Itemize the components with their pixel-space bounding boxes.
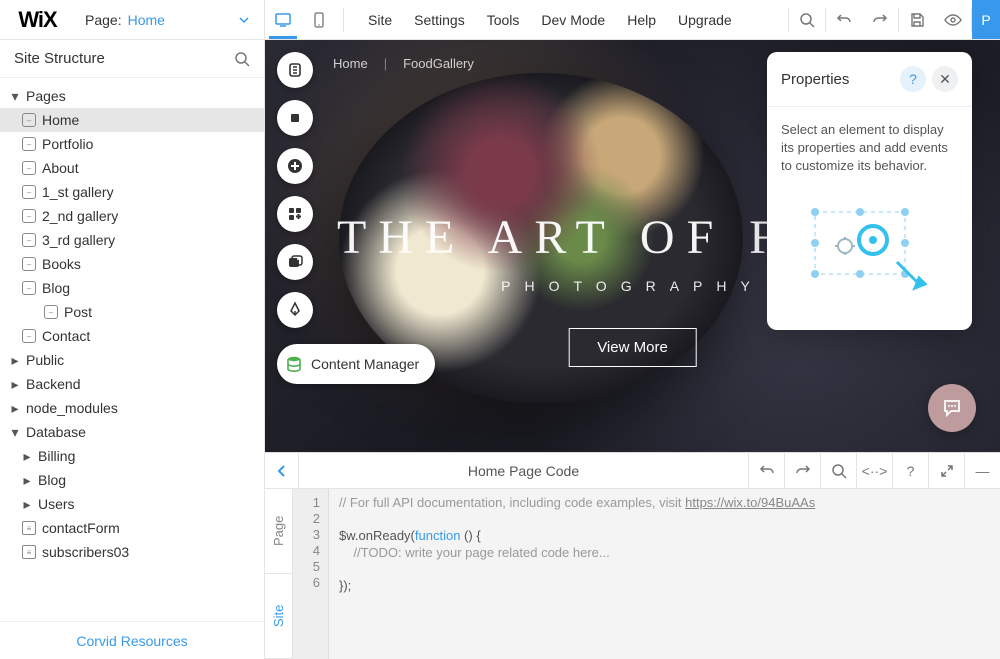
wix-logo: WiX (0, 7, 75, 33)
page-about[interactable]: –About (0, 156, 264, 180)
page-gallery-2[interactable]: –2_nd gallery (0, 204, 264, 228)
search-icon[interactable] (789, 0, 825, 39)
page-icon: – (22, 137, 36, 151)
chevron-right-icon: ▸ (10, 376, 20, 393)
chevron-right-icon: ▸ (10, 352, 20, 369)
page-icon: – (22, 185, 36, 199)
tree-public[interactable]: ▸Public (0, 348, 264, 372)
search-icon[interactable] (234, 51, 250, 67)
tree-node-modules[interactable]: ▸node_modules (0, 396, 264, 420)
properties-panel: Properties ? ✕ Select an element to disp… (767, 52, 972, 330)
preview-icon[interactable] (935, 0, 971, 39)
code-help-icon[interactable]: ? (892, 453, 928, 488)
tree-view: ▾Pages –Home –Portfolio –About –1_st gal… (0, 78, 264, 621)
db-blog[interactable]: ▸Blog (0, 468, 264, 492)
code-title: Home Page Code (299, 463, 748, 479)
site-structure-title: Site Structure (14, 50, 105, 67)
tree-backend[interactable]: ▸Backend (0, 372, 264, 396)
close-icon[interactable]: ✕ (932, 66, 958, 92)
collection-icon: ≡ (22, 545, 36, 559)
publish-button[interactable]: P (972, 0, 1000, 39)
code-tab-site[interactable]: Site (265, 574, 292, 659)
page-books[interactable]: –Books (0, 252, 264, 276)
menu-dev-mode[interactable]: Dev Mode (541, 12, 605, 28)
tool-add-icon[interactable] (277, 148, 313, 184)
help-icon[interactable]: ? (900, 66, 926, 92)
page-contact[interactable]: –Contact (0, 324, 264, 348)
chevron-right-icon: ▸ (22, 448, 32, 465)
code-expand-icon[interactable] (928, 453, 964, 488)
page-icon: – (22, 161, 36, 175)
collection-subscribers[interactable]: ≡subscribers03 (0, 540, 264, 564)
page-selector[interactable]: Page: Home (75, 0, 265, 39)
panel-text: Select an element to display its propert… (767, 107, 972, 190)
collection-icon: ≡ (22, 521, 36, 535)
page-home[interactable]: –Home (0, 108, 264, 132)
page-icon: – (22, 113, 36, 127)
code-refs-icon[interactable]: <··> (856, 453, 892, 488)
save-icon[interactable] (899, 0, 935, 39)
chevron-right-icon: ▸ (10, 400, 20, 417)
content-manager-button[interactable]: Content Manager (277, 344, 435, 384)
chevron-right-icon: ▸ (22, 496, 32, 513)
chevron-down-icon: ▾ (10, 424, 20, 441)
db-users[interactable]: ▸Users (0, 492, 264, 516)
mobile-view-button[interactable] (301, 0, 337, 39)
chevron-right-icon: ▸ (22, 472, 32, 489)
collection-contactform[interactable]: ≡contactForm (0, 516, 264, 540)
tool-apps-icon[interactable] (277, 196, 313, 232)
desktop-view-button[interactable] (265, 0, 301, 39)
page-blog[interactable]: –Blog (0, 276, 264, 300)
menu-help[interactable]: Help (627, 12, 656, 28)
current-page: Home (128, 12, 165, 28)
tool-media-icon[interactable] (277, 244, 313, 280)
page-icon: – (22, 257, 36, 271)
page-portfolio[interactable]: –Portfolio (0, 132, 264, 156)
line-gutter: 123456 (293, 489, 329, 659)
chevron-down-icon (238, 14, 250, 26)
tool-pages-icon[interactable] (277, 52, 313, 88)
page-label: Page: (85, 12, 122, 28)
menu-settings[interactable]: Settings (414, 12, 465, 28)
code-minimize-icon[interactable]: — (964, 453, 1000, 488)
editor-stage[interactable]: THE ART OF FOOD PHOTOGRAPHY View More Ho… (265, 40, 1000, 452)
code-back-icon[interactable] (265, 453, 299, 488)
code-redo-icon[interactable] (784, 453, 820, 488)
database-icon (285, 355, 303, 373)
tool-section-icon[interactable] (277, 100, 313, 136)
page-post[interactable]: –Post (0, 300, 264, 324)
code-search-icon[interactable] (820, 453, 856, 488)
redo-icon[interactable] (862, 0, 898, 39)
panel-title: Properties (781, 71, 849, 88)
chevron-down-icon: ▾ (10, 88, 20, 105)
page-icon: – (22, 209, 36, 223)
undo-icon[interactable] (826, 0, 862, 39)
corvid-resources-link[interactable]: Corvid Resources (0, 621, 264, 659)
db-billing[interactable]: ▸Billing (0, 444, 264, 468)
code-undo-icon[interactable] (748, 453, 784, 488)
tree-pages[interactable]: ▾Pages (0, 84, 264, 108)
panel-illustration (767, 190, 972, 310)
menu-upgrade[interactable]: Upgrade (678, 12, 732, 28)
code-editor[interactable]: // For full API documentation, including… (329, 489, 1000, 659)
page-gallery-1[interactable]: –1_st gallery (0, 180, 264, 204)
tool-pen-icon[interactable] (277, 292, 313, 328)
menu-tools[interactable]: Tools (487, 12, 520, 28)
menu-site[interactable]: Site (368, 12, 392, 28)
view-more-button[interactable]: View More (568, 328, 697, 367)
divider (343, 8, 344, 32)
code-tab-page[interactable]: Page (265, 489, 292, 574)
tree-database[interactable]: ▾Database (0, 420, 264, 444)
page-icon: – (22, 233, 36, 247)
page-gallery-3[interactable]: –3_rd gallery (0, 228, 264, 252)
chat-bubble-icon[interactable] (928, 384, 976, 432)
page-icon: – (44, 305, 58, 319)
page-icon: – (22, 281, 36, 295)
page-icon: – (22, 329, 36, 343)
